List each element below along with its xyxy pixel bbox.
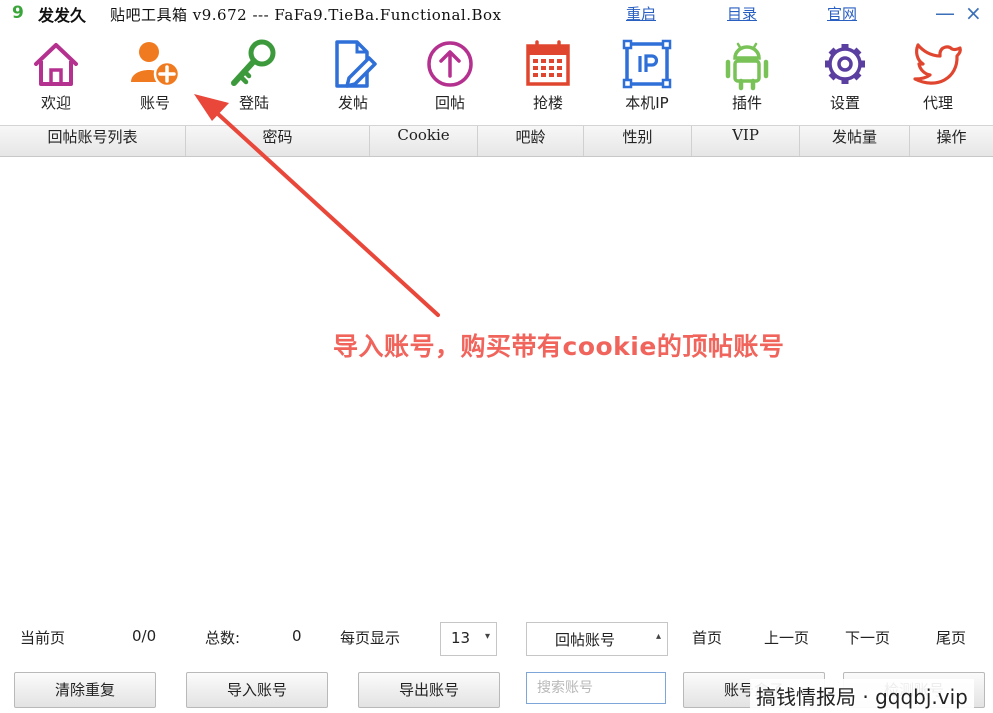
current-page-value: 0/0 [132,627,157,645]
dropdown-arrow-icon: ▾ [484,631,490,642]
search-input[interactable]: 搜索账号 [526,672,666,704]
dropdown-arrow-icon: ▴ [655,631,661,642]
last-page-link[interactable]: 尾页 [936,627,966,648]
total-value: 0 [292,627,302,645]
list-type-value: 回帖账号 [555,631,616,649]
watermark: 搞钱情报局 · gqqbj.vip [750,679,974,712]
list-type-select[interactable]: 回帖账号 ▴ [526,622,668,656]
import-accounts-button[interactable]: 导入账号 [186,672,328,708]
per-page-label: 每页显示 [340,629,401,647]
current-page-label: 当前页 [20,629,66,647]
first-page-link[interactable]: 首页 [692,627,722,648]
per-page-select[interactable]: 13 ▾ [440,622,497,656]
total-label: 总数: [205,629,241,647]
annotation-text: 导入账号，购买带有cookie的顶帖账号 [333,332,785,361]
export-accounts-button[interactable]: 导出账号 [358,672,500,708]
per-page-value: 13 [451,629,471,647]
clear-duplicates-button[interactable]: 清除重复 [14,672,156,708]
prev-page-link[interactable]: 上一页 [764,627,809,648]
next-page-link[interactable]: 下一页 [845,627,890,648]
